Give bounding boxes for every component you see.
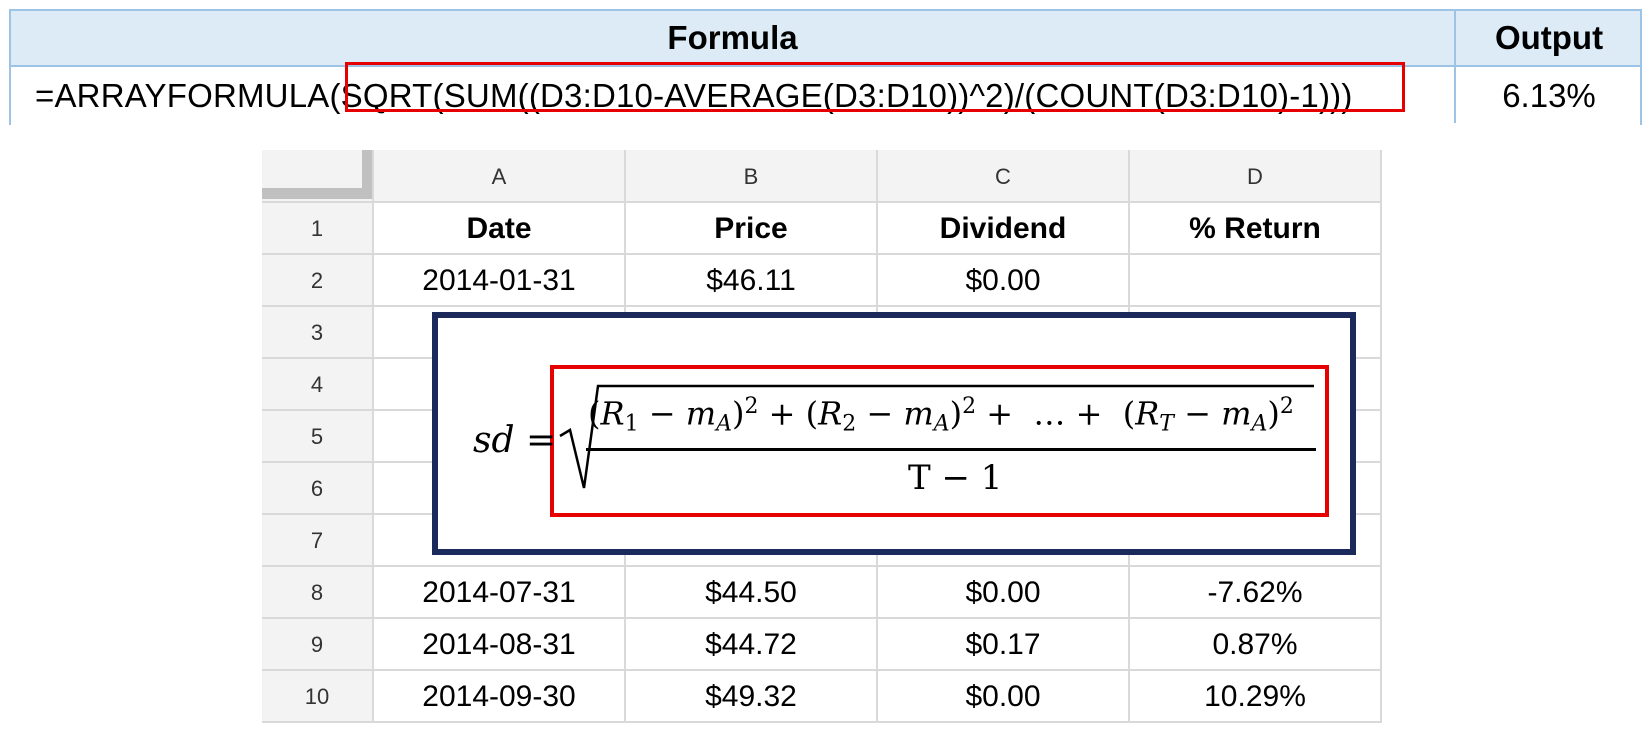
- cell-col-a[interactable]: 2014-09-30: [374, 671, 626, 723]
- select-all-corner[interactable]: [262, 150, 374, 203]
- column-header-col-a[interactable]: A: [374, 150, 626, 203]
- exp-2: 2: [962, 394, 977, 419]
- cell-col-d[interactable]: 0.87%: [1130, 619, 1382, 671]
- cell-col-b[interactable]: $44.50: [626, 567, 878, 619]
- column-header-col-d[interactable]: D: [1130, 150, 1382, 203]
- output-column-header: Output: [1494, 19, 1604, 56]
- output-value: 6.13%: [1502, 77, 1596, 114]
- formula-highlight-box: [345, 62, 1405, 112]
- sub-r2: 2: [842, 411, 857, 437]
- sub-r1: 1: [624, 411, 639, 437]
- row-number[interactable]: 5: [262, 411, 374, 463]
- cell-col-c[interactable]: $0.00: [878, 255, 1130, 307]
- cell-col-c[interactable]: $0.17: [878, 619, 1130, 671]
- exp-1: 2: [744, 394, 759, 419]
- row-number[interactable]: 6: [262, 463, 374, 515]
- cell-col-b[interactable]: $44.72: [626, 619, 878, 671]
- column-header-col-b[interactable]: B: [626, 150, 878, 203]
- cell-col-d[interactable]: 10.29%: [1130, 671, 1382, 723]
- cell-col-a[interactable]: 2014-08-31: [374, 619, 626, 671]
- header-cell-col-d[interactable]: % Return: [1130, 203, 1382, 255]
- cell-col-d[interactable]: -7.62%: [1130, 567, 1382, 619]
- row-number[interactable]: 4: [262, 359, 374, 411]
- row-number[interactable]: 3: [262, 307, 374, 359]
- header-cell-col-a[interactable]: Date: [374, 203, 626, 255]
- fraction-line: [586, 448, 1316, 451]
- ellipsis: …: [1033, 394, 1066, 433]
- row-number[interactable]: 1: [262, 203, 374, 255]
- cell-col-b[interactable]: $46.11: [626, 255, 878, 307]
- row-number[interactable]: 9: [262, 619, 374, 671]
- formula-column-header: Formula: [667, 19, 798, 56]
- sub-m-1: A: [716, 411, 732, 437]
- var-rt: R: [1135, 394, 1160, 433]
- var-r1: R: [600, 394, 625, 433]
- cell-col-b[interactable]: $49.32: [626, 671, 878, 723]
- equation-lhs: sd =: [473, 420, 557, 461]
- row-number[interactable]: 10: [262, 671, 374, 723]
- equation-numerator: (R1 − mA)2 + (R2 − mA)2 + … + (RT − mA)2: [588, 394, 1294, 437]
- cell-col-a[interactable]: 2014-07-31: [374, 567, 626, 619]
- sub-m-3: A: [1251, 411, 1268, 437]
- sub-rt: T: [1159, 411, 1174, 437]
- var-m-2: m: [903, 394, 934, 433]
- row-number[interactable]: 2: [262, 255, 374, 307]
- var-m-1: m: [685, 394, 717, 433]
- cell-col-c[interactable]: $0.00: [878, 567, 1130, 619]
- corner-shade: [262, 188, 372, 199]
- header-cell-col-b[interactable]: Price: [626, 203, 878, 255]
- cell-col-a[interactable]: 2014-01-31: [374, 255, 626, 307]
- equation-box: sd = (R1 − mA)2 + (R2 − mA)2 + … + (RT −…: [432, 312, 1356, 555]
- formula-table-header-row: Formula Output: [11, 11, 1640, 67]
- exp-3: 2: [1279, 394, 1294, 419]
- column-header-col-c[interactable]: C: [878, 150, 1130, 203]
- row-number[interactable]: 7: [262, 515, 374, 567]
- column-divider: [1454, 11, 1456, 123]
- equation-denominator: T − 1: [908, 458, 1003, 498]
- var-m-3: m: [1221, 394, 1252, 433]
- row-number[interactable]: 8: [262, 567, 374, 619]
- header-cell-col-c[interactable]: Dividend: [878, 203, 1130, 255]
- cell-col-d[interactable]: [1130, 255, 1382, 307]
- cell-col-c[interactable]: $0.00: [878, 671, 1130, 723]
- var-r2: R: [818, 394, 843, 433]
- sub-m-2: A: [933, 411, 950, 437]
